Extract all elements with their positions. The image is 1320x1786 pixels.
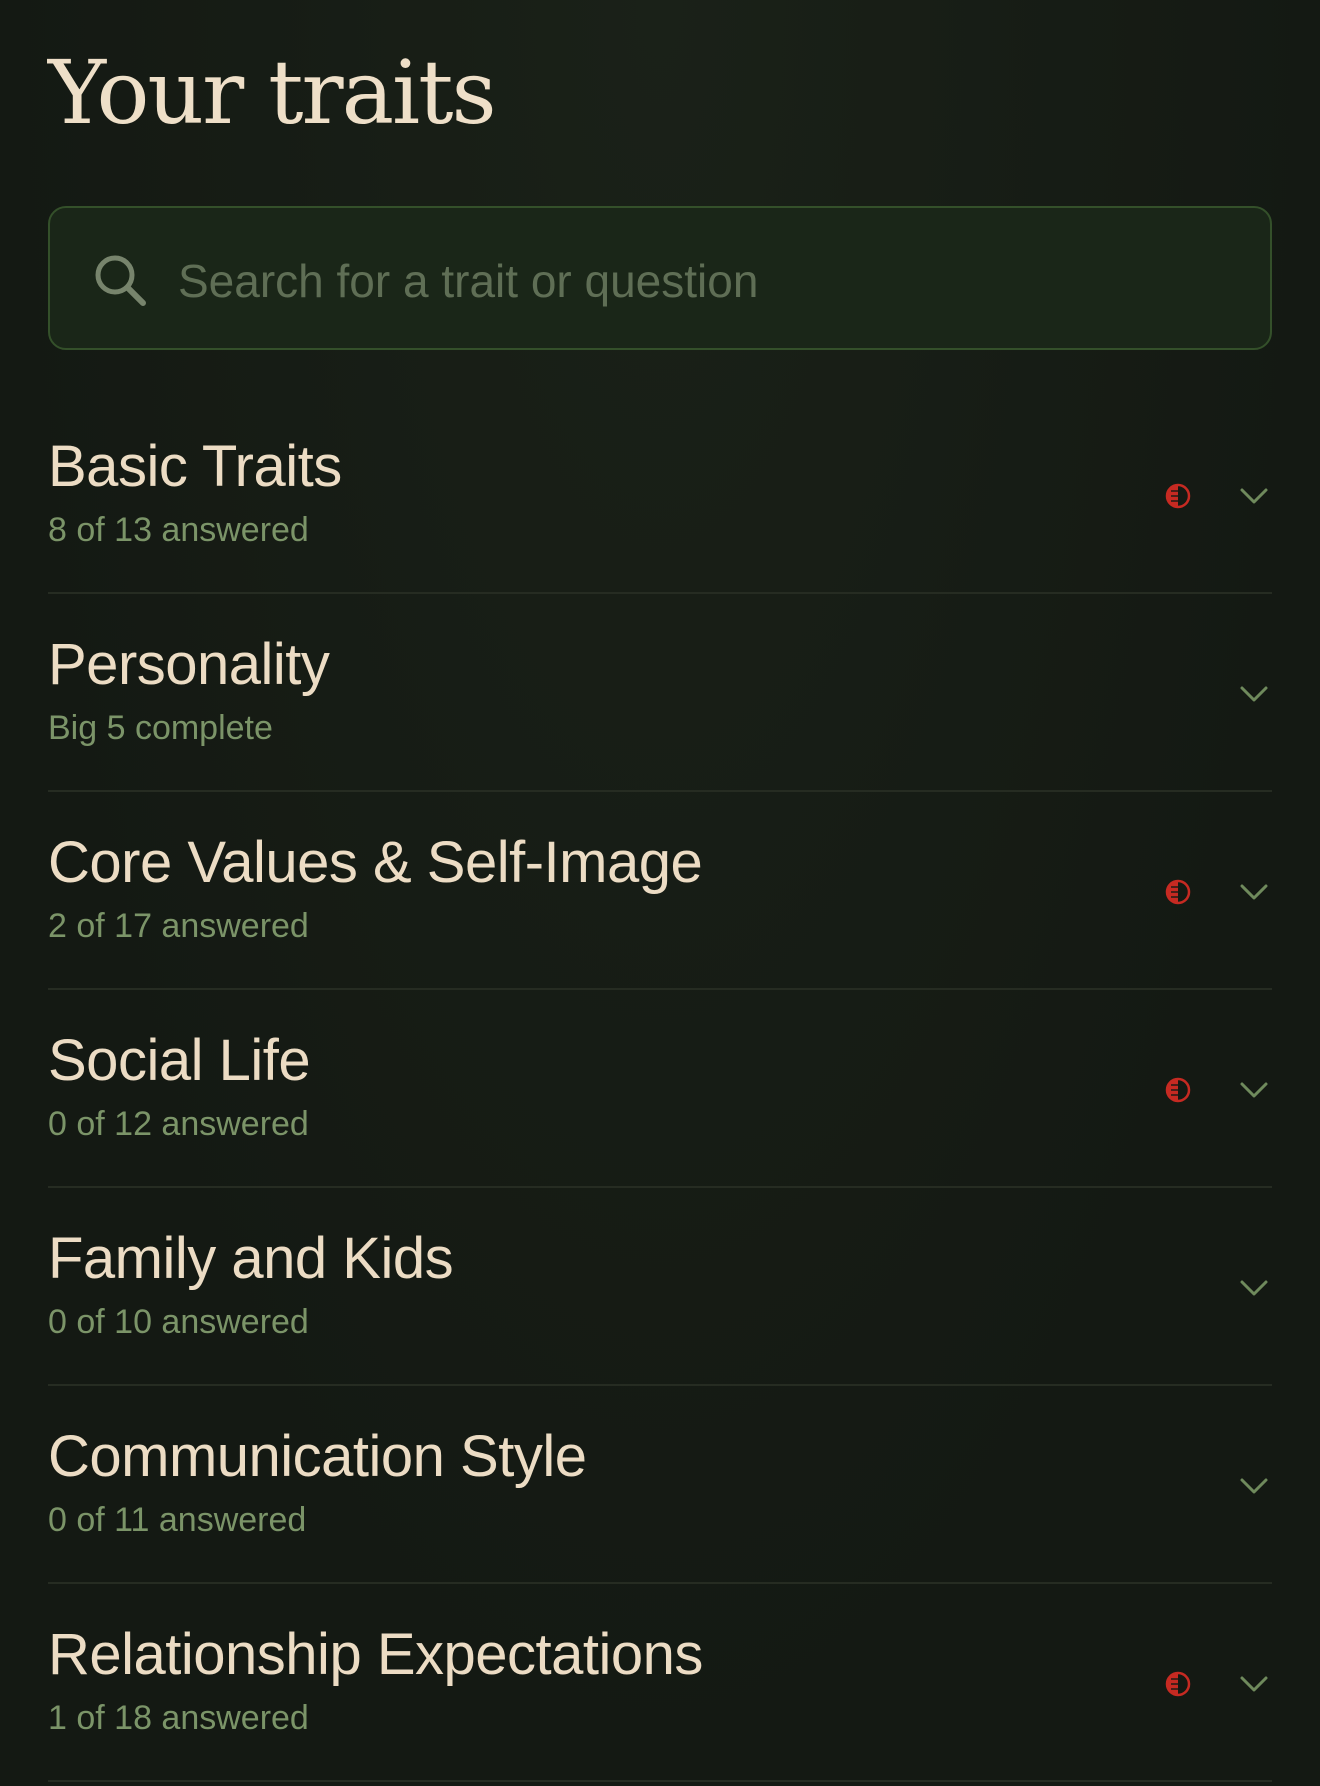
- trait-category-family-and-kids[interactable]: Family and Kids 0 of 10 answered: [48, 1188, 1272, 1386]
- trait-category-progress: 0 of 12 answered: [48, 1105, 309, 1143]
- trait-category-personality[interactable]: Personality Big 5 complete: [48, 594, 1272, 792]
- trait-category-title: Core Values & Self-Image: [48, 830, 703, 895]
- search-input[interactable]: [176, 238, 1240, 324]
- trait-category-communication-style[interactable]: Communication Style 0 of 11 answered: [48, 1386, 1272, 1584]
- trait-category-progress: 0 of 11 answered: [48, 1501, 307, 1539]
- trait-category-title: Communication Style: [48, 1424, 587, 1489]
- trait-category-relationship-expectations[interactable]: Relationship Expectations 1 of 18 answer…: [48, 1584, 1272, 1782]
- trait-category-title: Relationship Expectations: [48, 1622, 703, 1687]
- trait-category-title: Family and Kids: [48, 1226, 454, 1291]
- trait-category-title: Social Life: [48, 1028, 311, 1093]
- trait-category-core-values[interactable]: Core Values & Self-Image 2 of 17 answere…: [48, 792, 1272, 990]
- alert-icon: [1165, 879, 1191, 905]
- trait-category-social-life[interactable]: Social Life 0 of 12 answered: [48, 990, 1272, 1188]
- chevron-down-icon[interactable]: [1236, 1468, 1272, 1504]
- page-title: Your traits: [48, 41, 497, 144]
- alert-icon: [1165, 1671, 1191, 1697]
- chevron-down-icon[interactable]: [1236, 1072, 1272, 1108]
- chevron-down-icon[interactable]: [1236, 1270, 1272, 1306]
- alert-icon: [1165, 1077, 1191, 1103]
- alert-icon: [1165, 483, 1191, 509]
- trait-category-title: Personality: [48, 632, 330, 697]
- trait-category-title: Basic Traits: [48, 434, 342, 499]
- trait-category-list: Basic Traits 8 of 13 answered Personalit…: [48, 396, 1272, 1782]
- trait-category-progress: 1 of 18 answered: [48, 1699, 309, 1737]
- trait-category-progress: 0 of 10 answered: [48, 1303, 309, 1341]
- trait-category-progress: 2 of 17 answered: [48, 907, 309, 945]
- chevron-down-icon[interactable]: [1236, 874, 1272, 910]
- search-box[interactable]: [48, 206, 1272, 350]
- traits-page: Your traits Basic Traits 8 of 13 answere…: [0, 0, 1320, 1786]
- trait-category-progress: 8 of 13 answered: [48, 511, 309, 549]
- trait-category-basic-traits[interactable]: Basic Traits 8 of 13 answered: [48, 396, 1272, 594]
- search-icon: [95, 255, 146, 306]
- chevron-down-icon[interactable]: [1236, 676, 1272, 712]
- chevron-down-icon[interactable]: [1236, 1666, 1272, 1702]
- trait-category-progress: Big 5 complete: [48, 709, 273, 747]
- chevron-down-icon[interactable]: [1236, 478, 1272, 514]
